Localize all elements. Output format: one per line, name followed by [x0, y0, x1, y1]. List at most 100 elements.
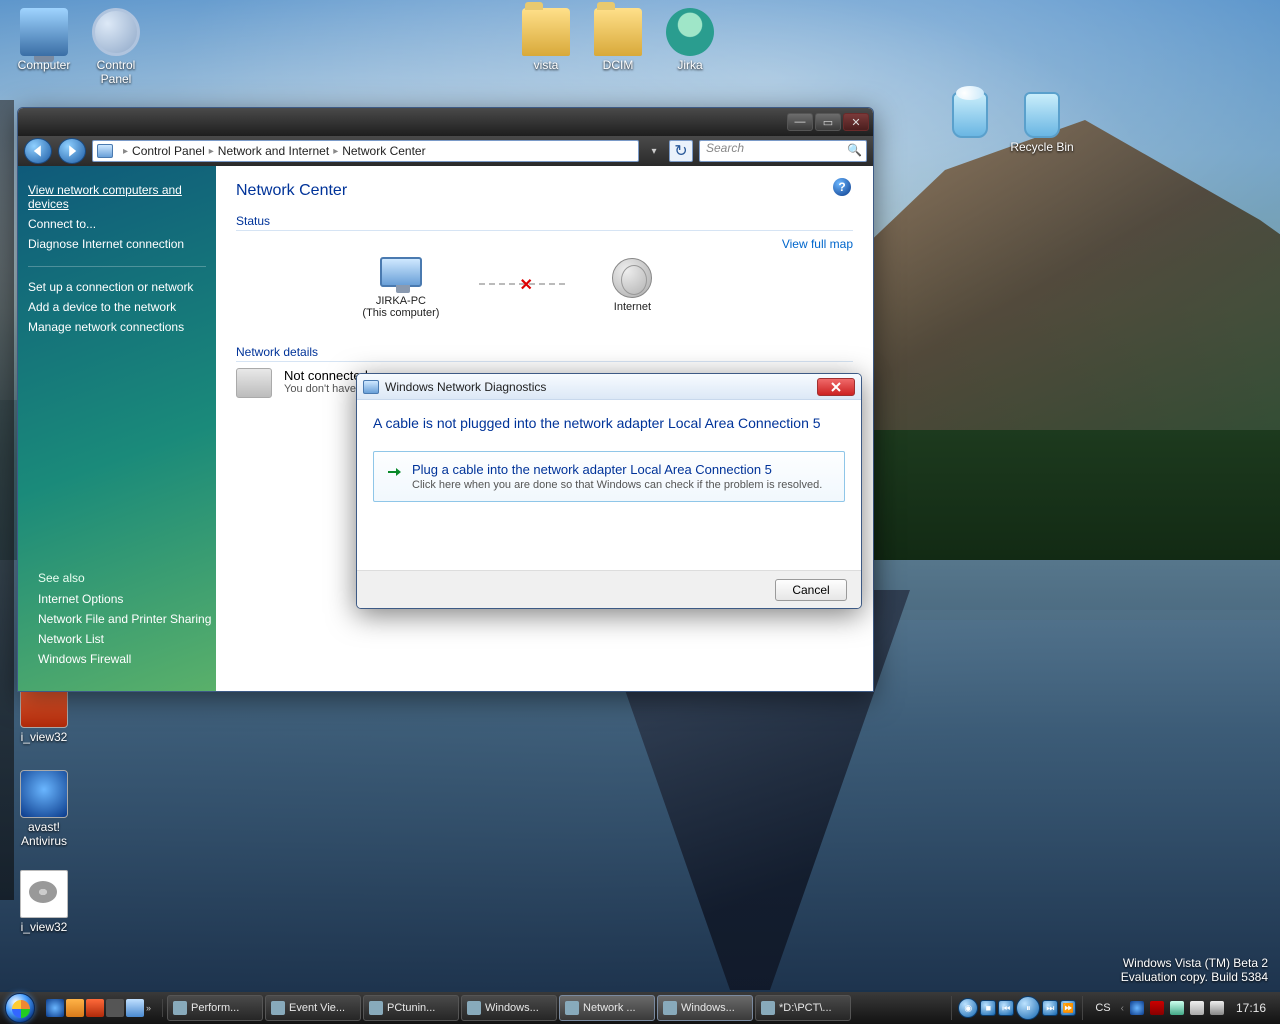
- desktop-icon-control-panel[interactable]: Control Panel: [80, 8, 152, 86]
- breadcrumb[interactable]: ▸ Control Panel ▸ Network and Internet ▸…: [92, 140, 639, 162]
- breadcrumb-dropdown[interactable]: ▾: [645, 146, 663, 157]
- dialog-body: A cable is not plugged into the network …: [357, 400, 861, 570]
- task-button[interactable]: Perform...: [167, 995, 263, 1021]
- desktop-icon-iview32-b[interactable]: i_view32: [8, 870, 80, 934]
- sidebar-link-diagnose[interactable]: Diagnose Internet connection: [28, 234, 206, 254]
- sidebar-link-file-printer-sharing[interactable]: Network File and Printer Sharing: [38, 609, 216, 629]
- close-button[interactable]: [817, 378, 855, 396]
- link-view-full-map[interactable]: View full map: [782, 237, 853, 251]
- dialog-action-plug-cable[interactable]: Plug a cable into the network adapter Lo…: [373, 451, 845, 502]
- computer-icon: [20, 8, 68, 56]
- quick-launch-item[interactable]: [86, 999, 104, 1017]
- task-label: Network ...: [583, 1002, 636, 1014]
- page-title: Network Center: [236, 182, 853, 200]
- media-controls: ◉ ■ ⏮ ⏸ ⏭ ⏩: [951, 996, 1083, 1020]
- tray-avast-icon[interactable]: [1130, 1001, 1144, 1015]
- taskbar: » Perform...Event Vie...PCtunin... Window…: [0, 992, 1280, 1024]
- icon-label: Control Panel: [97, 58, 136, 86]
- desktop-icon-avast[interactable]: avast! Antivirus: [8, 770, 80, 848]
- see-also-label: See also: [38, 571, 216, 585]
- media-app-button[interactable]: ◉: [958, 998, 978, 1018]
- desktop-icon-folder-jirka[interactable]: Jirka: [654, 8, 726, 72]
- taskbar-clock[interactable]: 17:16: [1230, 1001, 1272, 1015]
- sidebar-link-setup-connection[interactable]: Set up a connection or network: [28, 277, 206, 297]
- node-sub: (This computer): [362, 307, 439, 319]
- desktop-icon-computer[interactable]: Computer: [8, 8, 80, 72]
- sidebar-link-network-list[interactable]: Network List: [38, 629, 216, 649]
- computer-icon: [236, 368, 272, 398]
- sidebar-link-add-device[interactable]: Add a device to the network: [28, 297, 206, 317]
- quick-launch-item[interactable]: [106, 999, 124, 1017]
- media-stop-button[interactable]: ■: [980, 1000, 996, 1016]
- language-indicator[interactable]: CS: [1091, 1002, 1114, 1014]
- sidebar-link-internet-options[interactable]: Internet Options: [38, 589, 216, 609]
- breadcrumb-item[interactable]: Network Center: [342, 144, 425, 158]
- tray-safely-remove-icon[interactable]: [1170, 1001, 1184, 1015]
- sidebar-group: View network computers and devices Conne…: [28, 180, 206, 254]
- media-play-pause-button[interactable]: ⏸: [1016, 996, 1040, 1020]
- window-network-diagnostics: Windows Network Diagnostics A cable is n…: [356, 373, 862, 609]
- quick-launch-show-desktop[interactable]: [46, 999, 64, 1017]
- sidebar-link-connect-to[interactable]: Connect to...: [28, 214, 206, 234]
- forward-button[interactable]: [58, 138, 86, 164]
- tray-alert-icon[interactable]: [1150, 1001, 1164, 1015]
- back-button[interactable]: [24, 138, 52, 164]
- search-input[interactable]: Search: [699, 140, 867, 162]
- node-internet[interactable]: Internet: [609, 255, 655, 313]
- icon-label: Jirka: [677, 58, 702, 72]
- tray-network-icon[interactable]: [1190, 1001, 1204, 1015]
- node-this-pc[interactable]: JIRKA-PC (This computer): [362, 249, 439, 319]
- icon-label: DCIM: [603, 58, 634, 72]
- dialog-titlebar[interactable]: Windows Network Diagnostics: [357, 374, 861, 400]
- tray-overflow[interactable]: ‹: [1121, 1003, 1124, 1014]
- sidebar-link-view-computers[interactable]: View network computers and devices: [28, 180, 206, 214]
- sidebar-group: Set up a connection or network Add a dev…: [28, 266, 206, 337]
- address-bar: ▸ Control Panel ▸ Network and Internet ▸…: [18, 136, 873, 166]
- task-button[interactable]: *D:\PCT\...: [755, 995, 851, 1021]
- divider: [236, 230, 853, 231]
- start-button[interactable]: [0, 992, 40, 1024]
- breadcrumb-item[interactable]: Control Panel: [132, 144, 205, 158]
- breadcrumb-item[interactable]: Network and Internet: [218, 144, 329, 158]
- icon-label: i_view32: [21, 920, 68, 934]
- quick-launch-item[interactable]: [126, 999, 144, 1017]
- minimize-button[interactable]: —: [787, 113, 813, 131]
- quick-launch-overflow[interactable]: »: [146, 999, 156, 1017]
- tray-volume-icon[interactable]: [1210, 1001, 1224, 1015]
- watermark-line1: Windows Vista (TM) Beta 2: [1121, 956, 1268, 970]
- media-prev-button[interactable]: ⏮: [998, 1000, 1014, 1016]
- desktop-icon-folder-dcim[interactable]: DCIM: [582, 8, 654, 72]
- media-fwd-button[interactable]: ⏩: [1060, 1000, 1076, 1016]
- desktop-icon-folder-vista[interactable]: vista: [510, 8, 582, 72]
- divider: [236, 361, 853, 362]
- maximize-button[interactable]: ▭: [815, 113, 841, 131]
- section-status-label: Status: [236, 214, 853, 228]
- help-button[interactable]: ?: [833, 178, 851, 196]
- file-icon: [20, 870, 68, 918]
- desktop[interactable]: Computer Control Panel vista DCIM Jirka …: [0, 0, 1280, 1024]
- media-next-button[interactable]: ⏭: [1042, 1000, 1058, 1016]
- action-sub: Click here when you are done so that Win…: [412, 479, 832, 491]
- dialog-message: A cable is not plugged into the network …: [373, 414, 845, 433]
- system-tray: CS ‹ 17:16: [1083, 1001, 1280, 1015]
- task-button[interactable]: PCtunin...: [363, 995, 459, 1021]
- task-label: *D:\PCT\...: [779, 1002, 832, 1014]
- quick-launch-item[interactable]: [66, 999, 84, 1017]
- sidebar-link-manage-connections[interactable]: Manage network connections: [28, 317, 206, 337]
- desktop-icon-recycle-bin[interactable]: Recycle Bin: [1006, 92, 1078, 154]
- cancel-button[interactable]: Cancel: [775, 579, 847, 601]
- task-icon: [467, 1001, 481, 1015]
- app-icon: [20, 770, 68, 818]
- task-button[interactable]: Windows...: [657, 995, 753, 1021]
- dialog-icon: [363, 380, 379, 394]
- task-label: Windows...: [485, 1002, 539, 1014]
- task-button[interactable]: Event Vie...: [265, 995, 361, 1021]
- desktop-icon-recycle-full[interactable]: [940, 92, 1000, 140]
- sidebar-link-windows-firewall[interactable]: Windows Firewall: [38, 649, 216, 669]
- task-button[interactable]: Network ...: [559, 995, 655, 1021]
- node-label: JIRKA-PC: [376, 295, 426, 307]
- close-button[interactable]: ✕: [843, 113, 869, 131]
- titlebar[interactable]: — ▭ ✕: [18, 108, 873, 136]
- task-button[interactable]: Windows...: [461, 995, 557, 1021]
- refresh-button[interactable]: ↻: [669, 140, 693, 162]
